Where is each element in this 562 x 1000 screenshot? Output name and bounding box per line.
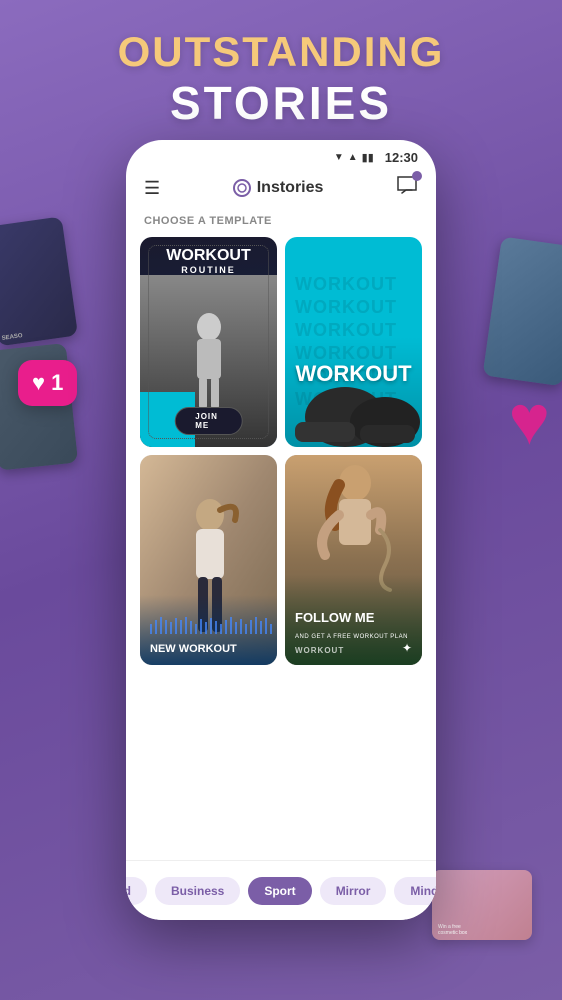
new-workout-label: NEW WORKOUT [150,643,237,655]
template-card-new-workout[interactable]: NEW WORKOUT [140,455,277,665]
app-logo: Instories [233,179,324,197]
follow-me-title: FOLLOW ME [295,611,374,625]
wifi-icon: ▲ [348,152,358,163]
hero-line2: STORIES [0,76,562,130]
status-time: 12:30 [385,150,418,165]
workout-dark-subtitle: ROUTINE [150,265,267,275]
tab-d[interactable]: d [126,877,147,905]
chat-button[interactable] [396,175,418,201]
status-bar: ▼ ▲ ▮▮ 12:30 [126,140,436,169]
category-tabs: d Business Sport Mirror Mind [126,860,436,920]
left-card-1-label: SEASO [1,333,23,342]
tab-mirror[interactable]: Mirror [320,877,387,905]
notification-count: 1 [51,370,63,396]
menu-icon[interactable]: ☰ [144,178,160,199]
bottom-card-text: Win a freecosmetic box [438,924,467,936]
template-card-follow-me[interactable]: FOLLOW ME AND GET A FREE WORKOUT PLAN WO… [285,455,422,665]
chat-badge [412,171,422,181]
nav-bar: ☰ Instories [126,169,436,211]
battery-icon: ▮▮ [362,151,374,164]
left-card-1: SEASO [0,216,78,346]
logo-icon [233,179,251,197]
template-card-workout-dark[interactable]: WORKOUT ROUTINE JOIN ME [140,237,277,447]
phone-mockup: ▼ ▲ ▮▮ 12:30 ☰ Instories CHOOSE A TEMPLA… [126,140,436,920]
workout-cyan-label: WORKOUT [295,361,411,387]
wave-lines [146,612,276,637]
heart-decoration-right: ♥ [508,380,550,460]
follow-me-subtitle: AND GET A FREE WORKOUT PLAN [295,634,408,640]
person-silhouette [179,309,239,419]
workout-bottom-label: WORKOUT [295,646,344,655]
star-icon: ✦ [402,641,412,655]
tab-mind[interactable]: Mind [394,877,436,905]
heart-icon: ♥ [32,370,45,396]
workout-dark-title: WORKOUT [150,247,267,265]
left-decorative-cards: SEASO [0,220,90,466]
signal-icon: ▼ [334,152,344,163]
bottom-decorative-card: Win a freecosmetic box [432,870,532,940]
card-top-overlay: WORKOUT ROUTINE [140,237,277,285]
join-me-button[interactable]: JOIN ME [174,407,243,435]
hero-line1: OUTSTANDING [0,28,562,76]
section-title: CHOOSE A TEMPLATE [126,211,436,237]
tab-sport[interactable]: Sport [248,877,311,905]
heart-notification: ♥ 1 [18,360,77,406]
template-grid: WORKOUT ROUTINE JOIN ME WORKOUT [126,237,436,665]
app-name: Instories [257,179,324,197]
hero-section: OUTSTANDING STORIES [0,28,562,130]
tab-business[interactable]: Business [155,877,240,905]
template-card-workout-cyan[interactable]: WORKOUT WORKOUT WORKOUT WORKOUT WORKOUT … [285,237,422,447]
status-icons: ▼ ▲ ▮▮ [334,151,374,164]
